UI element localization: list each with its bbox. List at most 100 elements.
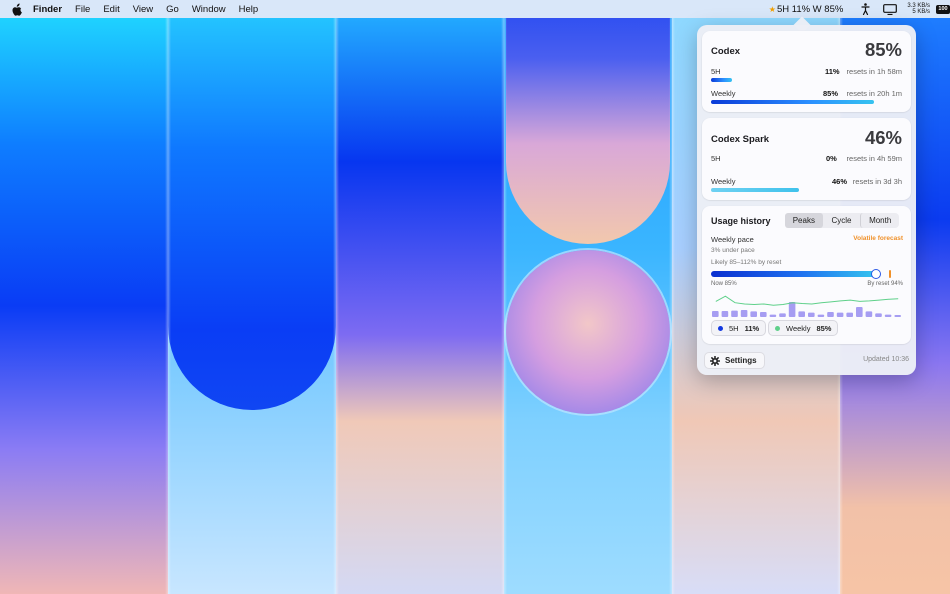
usage-history-card: Usage history Peaks Cycle Month Weekly p… <box>702 206 911 344</box>
wallpaper-divider <box>501 18 507 594</box>
history-bar <box>865 311 873 317</box>
pace-by-reset-label: By reset 94% <box>867 281 903 287</box>
codex-usage-card: Codex 85% 5H 11% resets in 1h 58m Weekly… <box>702 31 911 112</box>
settings-label: Settings <box>725 356 757 365</box>
usage-bar-weekly <box>711 188 800 192</box>
legend-value: 11% <box>744 323 760 333</box>
row-label-weekly: Weekly <box>711 89 736 98</box>
history-bar <box>856 307 863 317</box>
battery-level: 100 <box>938 6 948 12</box>
menu-go[interactable]: Go <box>166 4 179 15</box>
history-bar <box>875 313 882 317</box>
network-speed-monitor[interactable]: 3.3 KB/s 5 KB/s <box>907 3 930 16</box>
history-bar <box>769 314 777 317</box>
pace-now-label: Now 85% <box>711 281 737 287</box>
history-range-segmented-control: Peaks Cycle Month <box>785 213 899 228</box>
codex-status-item[interactable]: ★ 5H 11% W 85% <box>769 4 844 15</box>
menu-view[interactable]: View <box>133 4 153 15</box>
star-icon: ★ <box>768 4 776 14</box>
menu-file[interactable]: File <box>75 4 90 15</box>
tab-month[interactable]: Month <box>860 213 899 228</box>
menu-help[interactable]: Help <box>239 4 259 15</box>
card-title: Codex <box>711 46 741 57</box>
menu-app-name[interactable]: Finder <box>33 4 62 15</box>
wallpaper-band <box>0 18 168 594</box>
history-bar <box>884 314 892 317</box>
menu-window[interactable]: Window <box>192 4 226 15</box>
menu-edit[interactable]: Edit <box>103 4 119 15</box>
wallpaper-divider <box>165 18 171 594</box>
pace-likely-text: Likely 85–112% by reset <box>711 259 782 266</box>
wallpaper-band <box>168 18 336 594</box>
row-label-5h: 5H <box>711 154 721 163</box>
history-bar <box>760 312 767 317</box>
history-bar <box>817 314 825 317</box>
history-bar <box>712 311 719 317</box>
weekly-pace-marker <box>870 269 881 279</box>
history-bar <box>779 313 786 317</box>
usage-bar-5h <box>711 78 733 82</box>
wallpaper-divider <box>333 18 339 594</box>
row-label-weekly: Weekly <box>711 177 736 186</box>
battery-icon[interactable]: 100 <box>936 4 950 14</box>
legend-dot-weekly <box>775 325 780 331</box>
history-bar <box>808 312 815 317</box>
apple-menu-icon[interactable] <box>10 2 24 16</box>
usage-bar-weekly <box>711 100 875 104</box>
projected-reset-marker <box>889 270 891 278</box>
card-percent: 85% <box>864 39 902 60</box>
usage-history-chart <box>712 295 901 317</box>
accessibility-icon[interactable] <box>857 2 873 16</box>
row-percent-5h: 11% <box>825 67 840 76</box>
wallpaper-band <box>336 18 504 594</box>
menu-bar: Finder File Edit View Go Window Help ★ 5… <box>0 0 950 18</box>
row-percent-5h: 0% <box>826 154 837 163</box>
row-label-5h: 5H <box>711 67 721 76</box>
legend-5h[interactable]: 5H 11% <box>711 320 767 336</box>
tab-cycle[interactable]: Cycle <box>823 213 861 228</box>
history-bar <box>731 310 738 317</box>
card-title: Codex Spark <box>711 134 770 145</box>
legend-weekly[interactable]: Weekly 85% <box>768 320 839 336</box>
display-icon[interactable] <box>882 2 898 16</box>
row-reset-5h: resets in 1h 58m <box>846 67 902 76</box>
row-reset-5h: resets in 4h 59m <box>846 154 902 163</box>
forecast-badge: Volatile forecast <box>853 235 903 242</box>
legend-name: Weekly <box>786 323 811 333</box>
codex-usage-popover: Codex 85% 5H 11% resets in 1h 58m Weekly… <box>697 16 916 375</box>
wallpaper-shape <box>506 18 670 244</box>
legend-dot-5h <box>718 325 723 331</box>
history-weekly-line <box>715 295 899 306</box>
usage-history-title: Usage history <box>711 216 771 226</box>
weekly-pace-bar <box>711 271 876 277</box>
card-percent: 46% <box>864 127 902 148</box>
wallpaper-band <box>504 18 672 594</box>
codex-spark-usage-card: Codex Spark 46% 5H 0% resets in 4h 59m W… <box>702 118 911 200</box>
codex-status-text: 5H 11% W 85% <box>776 3 844 15</box>
network-down-speed: 5 KB/s <box>912 9 930 15</box>
wallpaper-divider <box>669 18 675 594</box>
history-bar <box>894 315 901 317</box>
last-updated-text: Updated 10:36 <box>863 356 909 363</box>
legend-name: 5H <box>729 323 739 333</box>
history-bar <box>721 311 729 317</box>
wallpaper-sphere <box>506 250 670 414</box>
settings-button[interactable]: Settings <box>704 352 765 369</box>
history-bar <box>740 310 748 317</box>
tab-peaks[interactable]: Peaks <box>785 213 823 228</box>
history-bar <box>846 312 853 317</box>
row-reset-weekly: resets in 20h 1m <box>846 89 902 98</box>
pace-delta-text: 3% under pace <box>711 247 755 254</box>
row-reset-weekly: resets in 3d 3h <box>852 177 902 186</box>
history-bar <box>827 312 834 317</box>
history-bar <box>836 312 844 317</box>
wallpaper-shape <box>168 18 336 410</box>
legend-value: 85% <box>816 323 832 333</box>
row-percent-weekly: 46% <box>832 177 848 186</box>
row-percent-weekly: 85% <box>823 89 839 98</box>
history-bar <box>798 311 805 317</box>
gear-icon <box>710 355 720 366</box>
history-bar <box>750 311 757 317</box>
history-bar <box>788 302 796 317</box>
weekly-pace-label: Weekly pace <box>711 235 754 244</box>
